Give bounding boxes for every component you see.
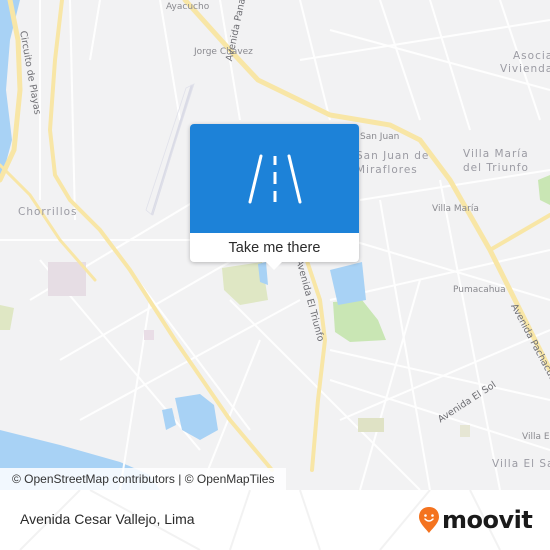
moovit-logo[interactable]: moovit [418,505,533,535]
map-label-villa-el: Villa El [522,432,550,442]
take-me-there-button[interactable]: Take me there [190,233,359,262]
park [460,425,470,437]
park [333,300,386,342]
map-label-jorge-chavez: Jorge Chávez [194,47,253,57]
park [0,305,14,330]
map-label-sjm-2: Miraflores [356,164,418,176]
map-label-chorrillos: Chorrillos [18,206,78,218]
popup-pointer [266,262,282,270]
map-label-asoc-1: Asocia [513,50,550,62]
map-label-vmt-1: Villa María [463,148,529,160]
park [538,175,550,205]
place-name: Avenida Cesar Vallejo, Lima [20,511,195,527]
water [162,408,176,430]
map-label-pumacahua: Pumacahua [453,285,506,295]
take-me-there-popup[interactable]: Take me there [190,124,359,270]
map-label-sjm-1: San Juan de [356,150,430,162]
moovit-wordmark: moovit [442,506,533,534]
map-label-villa-maria: Villa María [432,204,479,214]
map-attribution[interactable]: © OpenStreetMap contributors | © OpenMap… [0,468,287,490]
popup-icon-area[interactable] [190,124,359,233]
area [144,330,154,340]
road-icon [248,154,301,203]
map-label-asoc-2: Vivienda [500,63,550,75]
map[interactable]: Ayacucho Jorge Chávez Avenida Panamerica… [0,0,550,490]
park [358,418,384,432]
moovit-pin-icon [419,507,439,533]
map-label-san-juan: San Juan [360,132,400,142]
map-label-vmt-2: del Triunfo [463,162,529,174]
water [175,394,218,440]
map-label-ayacucho: Ayacucho [166,2,210,12]
map-label-villa-el-salvador: Villa El Salvador [492,458,550,470]
area [48,262,86,296]
